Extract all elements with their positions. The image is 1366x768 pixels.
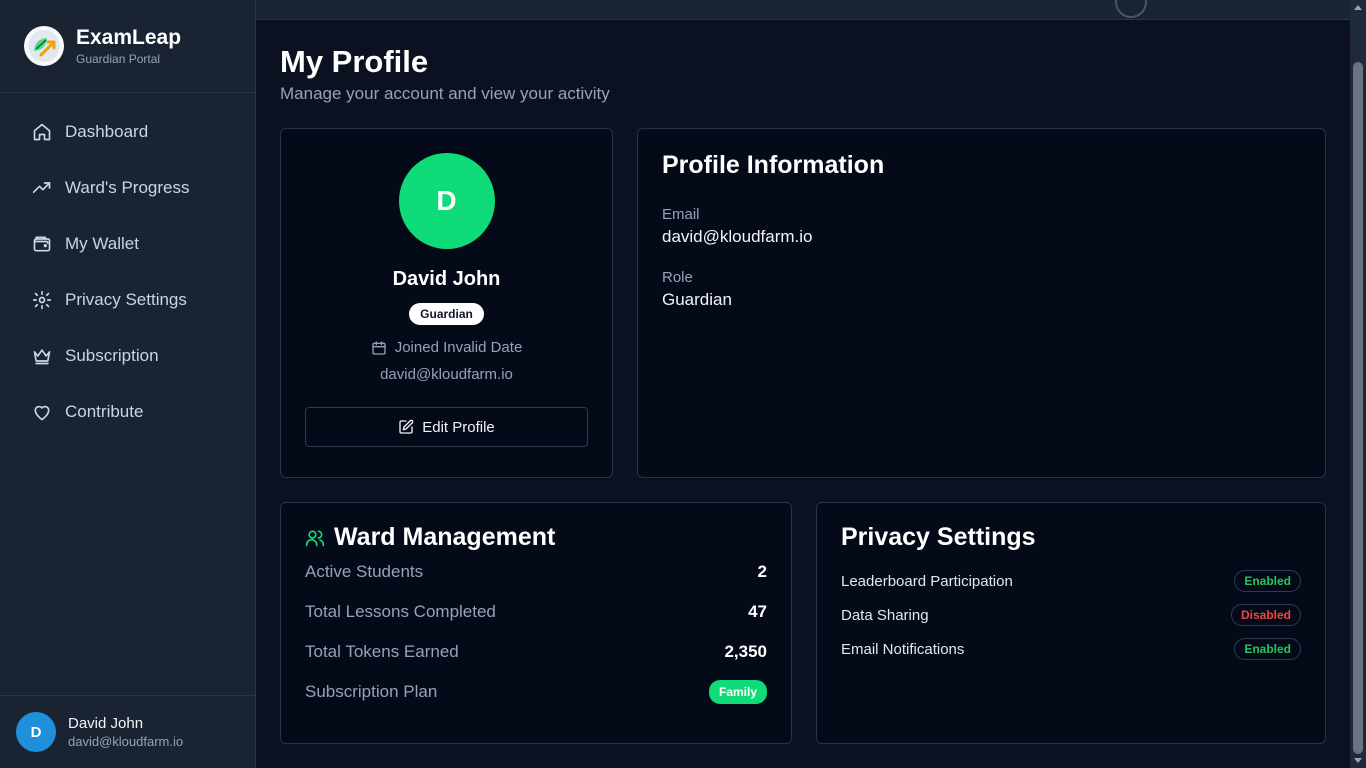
profile-information-title: Profile Information — [662, 151, 885, 179]
profile-information-card: Profile Information Email david@kloudfar… — [637, 128, 1326, 478]
sidebar-nav: Dashboard Ward's Progress My Wallet Priv… — [0, 93, 255, 440]
brand-logo-icon — [24, 26, 64, 66]
scroll-up-icon[interactable] — [1354, 5, 1362, 10]
heart-icon — [34, 405, 50, 421]
stat-value: 2,350 — [724, 642, 767, 661]
page-title: My Profile — [280, 44, 429, 79]
role-badge: Guardian — [409, 303, 484, 325]
avatar: D — [16, 712, 56, 752]
trending-up-icon — [32, 182, 51, 193]
user-email: david@kloudfarm.io — [68, 734, 184, 749]
privacy-row: Email Notifications Enabled — [841, 632, 1301, 666]
stat-value: 47 — [748, 602, 767, 621]
privacy-settings-title: Privacy Settings — [841, 523, 1036, 551]
sidebar-item-dashboard[interactable]: Dashboard — [0, 104, 255, 160]
sidebar-item-subscription[interactable]: Subscription — [0, 328, 255, 384]
sidebar-item-wards-progress[interactable]: Ward's Progress — [0, 160, 255, 216]
stat-label: Total Lessons Completed — [305, 602, 496, 621]
scrollbar-thumb[interactable] — [1353, 62, 1363, 754]
page-subtitle: Manage your account and view your activi… — [280, 84, 610, 103]
scrollbar[interactable] — [1350, 0, 1366, 768]
profile-avatar: D — [398, 153, 495, 249]
scroll-down-icon[interactable] — [1354, 758, 1362, 763]
stat-row: Total Lessons Completed 47 — [305, 592, 767, 632]
user-name: David John — [68, 715, 144, 732]
edit-profile-label: Edit Profile — [422, 418, 495, 436]
edit-icon — [399, 419, 414, 434]
sidebar-item-label: Contribute — [65, 402, 144, 421]
users-icon — [305, 530, 325, 546]
stat-label: Total Tokens Earned — [305, 642, 459, 661]
subscription-plan-label: Subscription Plan — [305, 682, 438, 701]
wallet-icon — [33, 236, 51, 252]
sidebar-item-label: Subscription — [65, 346, 159, 365]
profile-email: david@kloudfarm.io — [380, 366, 513, 383]
top-bar — [256, 0, 1350, 20]
stat-row: Active Students 2 — [305, 552, 767, 592]
status-badge: Enabled — [1234, 570, 1301, 592]
brand-subtitle: Guardian Portal — [76, 52, 161, 66]
stat-row: Subscription Plan Family — [305, 672, 767, 712]
crown-icon — [33, 349, 51, 365]
brand[interactable]: ExamLeap Guardian Portal — [0, 0, 255, 93]
stat-row: Total Tokens Earned 2,350 — [305, 632, 767, 672]
sidebar-user[interactable]: D David John david@kloudfarm.io — [0, 695, 256, 768]
stat-value: 2 — [757, 562, 767, 581]
status-badge: Disabled — [1230, 604, 1301, 626]
sidebar-item-privacy-settings[interactable]: Privacy Settings — [0, 272, 255, 328]
role-label: Role — [662, 269, 693, 286]
subscription-plan-badge: Family — [708, 680, 767, 704]
profile-card: D David John Guardian Joined Invalid Dat… — [280, 128, 613, 478]
sidebar-item-label: Privacy Settings — [65, 290, 187, 309]
sidebar-item-contribute[interactable]: Contribute — [0, 384, 255, 440]
stat-label: Active Students — [305, 562, 424, 581]
ward-management-title: Ward Management — [334, 523, 556, 551]
ward-management-card: Ward Management Active Students 2 Total … — [280, 502, 792, 744]
user-menu-icon[interactable] — [1115, 0, 1147, 18]
privacy-label: Leaderboard Participation — [841, 572, 1013, 590]
sidebar: ExamLeap Guardian Portal Dashboard Ward'… — [0, 0, 256, 768]
ward-management-header: Ward Management — [305, 523, 767, 552]
role-value: Guardian — [662, 290, 732, 309]
email-value: david@kloudfarm.io — [662, 227, 813, 246]
brand-title: ExamLeap — [76, 26, 182, 49]
privacy-label: Data Sharing — [841, 606, 929, 624]
home-icon — [33, 123, 51, 141]
edit-profile-button[interactable]: Edit Profile — [305, 407, 588, 447]
calendar-icon — [372, 340, 386, 355]
email-label: Email — [662, 206, 700, 223]
main-content: My Profile Manage your account and view … — [280, 44, 1326, 744]
sidebar-item-my-wallet[interactable]: My Wallet — [0, 216, 255, 272]
status-badge: Enabled — [1234, 638, 1301, 660]
privacy-settings-card: Privacy Settings Leaderboard Participati… — [816, 502, 1326, 744]
profile-name: David John — [392, 268, 501, 290]
sidebar-item-label: My Wallet — [65, 234, 139, 253]
joined-date: Joined Invalid Date — [281, 339, 612, 356]
privacy-row: Leaderboard Participation Enabled — [841, 564, 1301, 598]
gear-icon — [32, 290, 52, 310]
sidebar-item-label: Dashboard — [65, 122, 149, 141]
privacy-row: Data Sharing Disabled — [841, 598, 1301, 632]
privacy-label: Email Notifications — [841, 640, 965, 658]
joined-date-text: Joined Invalid Date — [394, 339, 523, 356]
sidebar-item-label: Ward's Progress — [65, 178, 190, 197]
